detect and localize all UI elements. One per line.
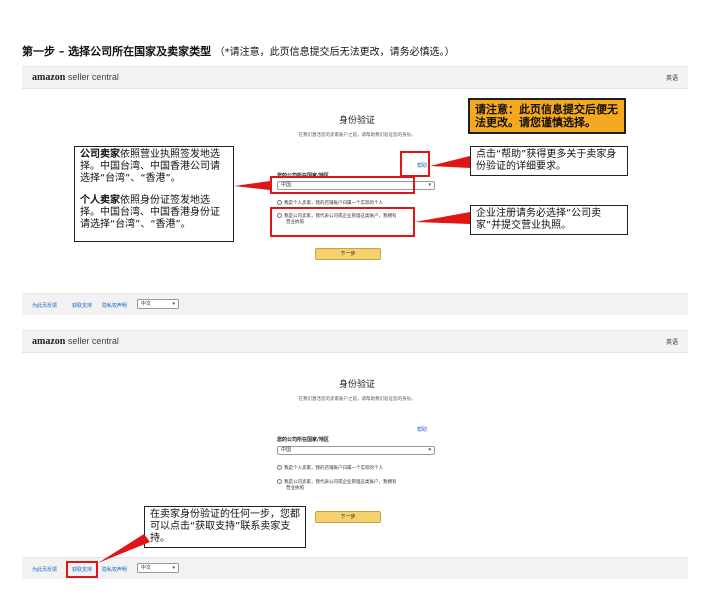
footer-link-get-support[interactable]: 获取支持 <box>72 302 92 309</box>
radio-circle-icon <box>277 200 282 205</box>
help-tip-callout: 点击“帮助”获得更多关于卖家身份验证的详细要求。 <box>470 146 628 176</box>
warning-callout: 请注意：此页信息提交后便无法更改。请您谨慎选择。 <box>468 98 626 134</box>
radio-circle-icon <box>277 479 282 484</box>
amazon-seller-central-logo[interactable]: amazon seller central <box>32 72 119 83</box>
footer-link-privacy[interactable]: 隐私权声明 <box>102 302 127 309</box>
highlight-country-select <box>270 176 415 194</box>
help-link[interactable]: 帮助 <box>417 426 427 433</box>
footer-link-feedback[interactable]: 为此页反馈 <box>32 302 57 309</box>
radio-business-seller[interactable]: 我是公司卖家，我代表公司或企业管理这类账户，我拥有 营业执照 <box>277 479 397 492</box>
get-support-callout: 在卖家身份验证的任何一步，您都可以点击“获取支持”联系卖家支持。 <box>144 506 306 548</box>
highlight-business-seller-option <box>270 207 415 237</box>
document-title-main: 第一步 – 选择公司所在国家及卖家类型 <box>22 45 212 58</box>
document-title: 第一步 – 选择公司所在国家及卖家类型 （*请注意，此页信息提交后无法更改，请务… <box>22 43 455 59</box>
chevron-down-icon: ▾ <box>172 565 175 571</box>
company-seller-note: 公司卖家依照营业执照签发地选择。中国台湾、中国香港公司请选择“台湾”、“香港”。 <box>80 149 220 184</box>
panel-title: 身份验证 <box>338 116 375 126</box>
amazon-seller-central-logo[interactable]: amazon seller central <box>32 336 119 347</box>
chevron-down-icon: ▾ <box>428 182 431 188</box>
radio-individual-seller[interactable]: 我是个人卖家，我的店铺账户归属一个实际的个人 <box>277 465 383 472</box>
top-language-link[interactable]: 英语 <box>666 337 678 346</box>
panel-title: 身份验证 <box>338 380 375 390</box>
document-title-note: （*请注意，此页信息提交后无法更改，请务必慎选。） <box>214 47 455 58</box>
business-registration-callout: 企业注册请务必选择“公司卖家”并提交营业执照。 <box>470 205 628 235</box>
radio-individual-seller[interactable]: 我是个人卖家，我的店铺账户归属一个实际的个人 <box>277 200 383 207</box>
chevron-down-icon: ▾ <box>172 301 175 307</box>
highlight-help-link <box>400 151 430 177</box>
panel-description: 在我们激活您的卖家账户之前，请帮助我们验证您的身份。 <box>298 397 416 402</box>
panel-description: 在我们激活您的卖家账户之前，请帮助我们验证您的身份。 <box>298 133 416 138</box>
footer-language-select[interactable]: 中文 ▾ <box>137 299 179 309</box>
footer-link-privacy[interactable]: 隐私权声明 <box>102 566 127 573</box>
footer-link-feedback[interactable]: 为此页反馈 <box>32 566 57 573</box>
next-button[interactable]: 下一步 <box>315 248 381 260</box>
next-button[interactable]: 下一步 <box>315 511 381 523</box>
highlight-get-support-link <box>66 561 98 578</box>
footer-bar: 为此页反馈 获取支持 隐私权声明 中文 ▾ <box>22 557 688 579</box>
top-bar: amazon seller central 英语 <box>22 67 688 89</box>
footer-language-select[interactable]: 中文 ▾ <box>137 563 179 573</box>
individual-seller-note: 个人卖家依照身份证签发地选择。中国台湾、中国香港身份证请选择“台湾”、“香港”。 <box>80 195 220 230</box>
screenshot-identity-verification-2: amazon seller central 英语 身份验证 在我们激活您的卖家账… <box>22 330 688 586</box>
country-select[interactable]: 中国 ▾ <box>277 446 435 455</box>
top-language-link[interactable]: 英语 <box>666 73 678 82</box>
top-bar: amazon seller central 英语 <box>22 331 688 353</box>
footer-bar: 为此页反馈 获取支持 隐私权声明 中文 ▾ <box>22 293 688 315</box>
seller-type-callout: 公司卖家依照营业执照签发地选择。中国台湾、中国香港公司请选择“台湾”、“香港”。… <box>74 146 234 242</box>
chevron-down-icon: ▾ <box>428 447 431 453</box>
radio-circle-icon <box>277 465 282 470</box>
country-field-label: 您的公司所在国家/地区 <box>277 437 329 443</box>
